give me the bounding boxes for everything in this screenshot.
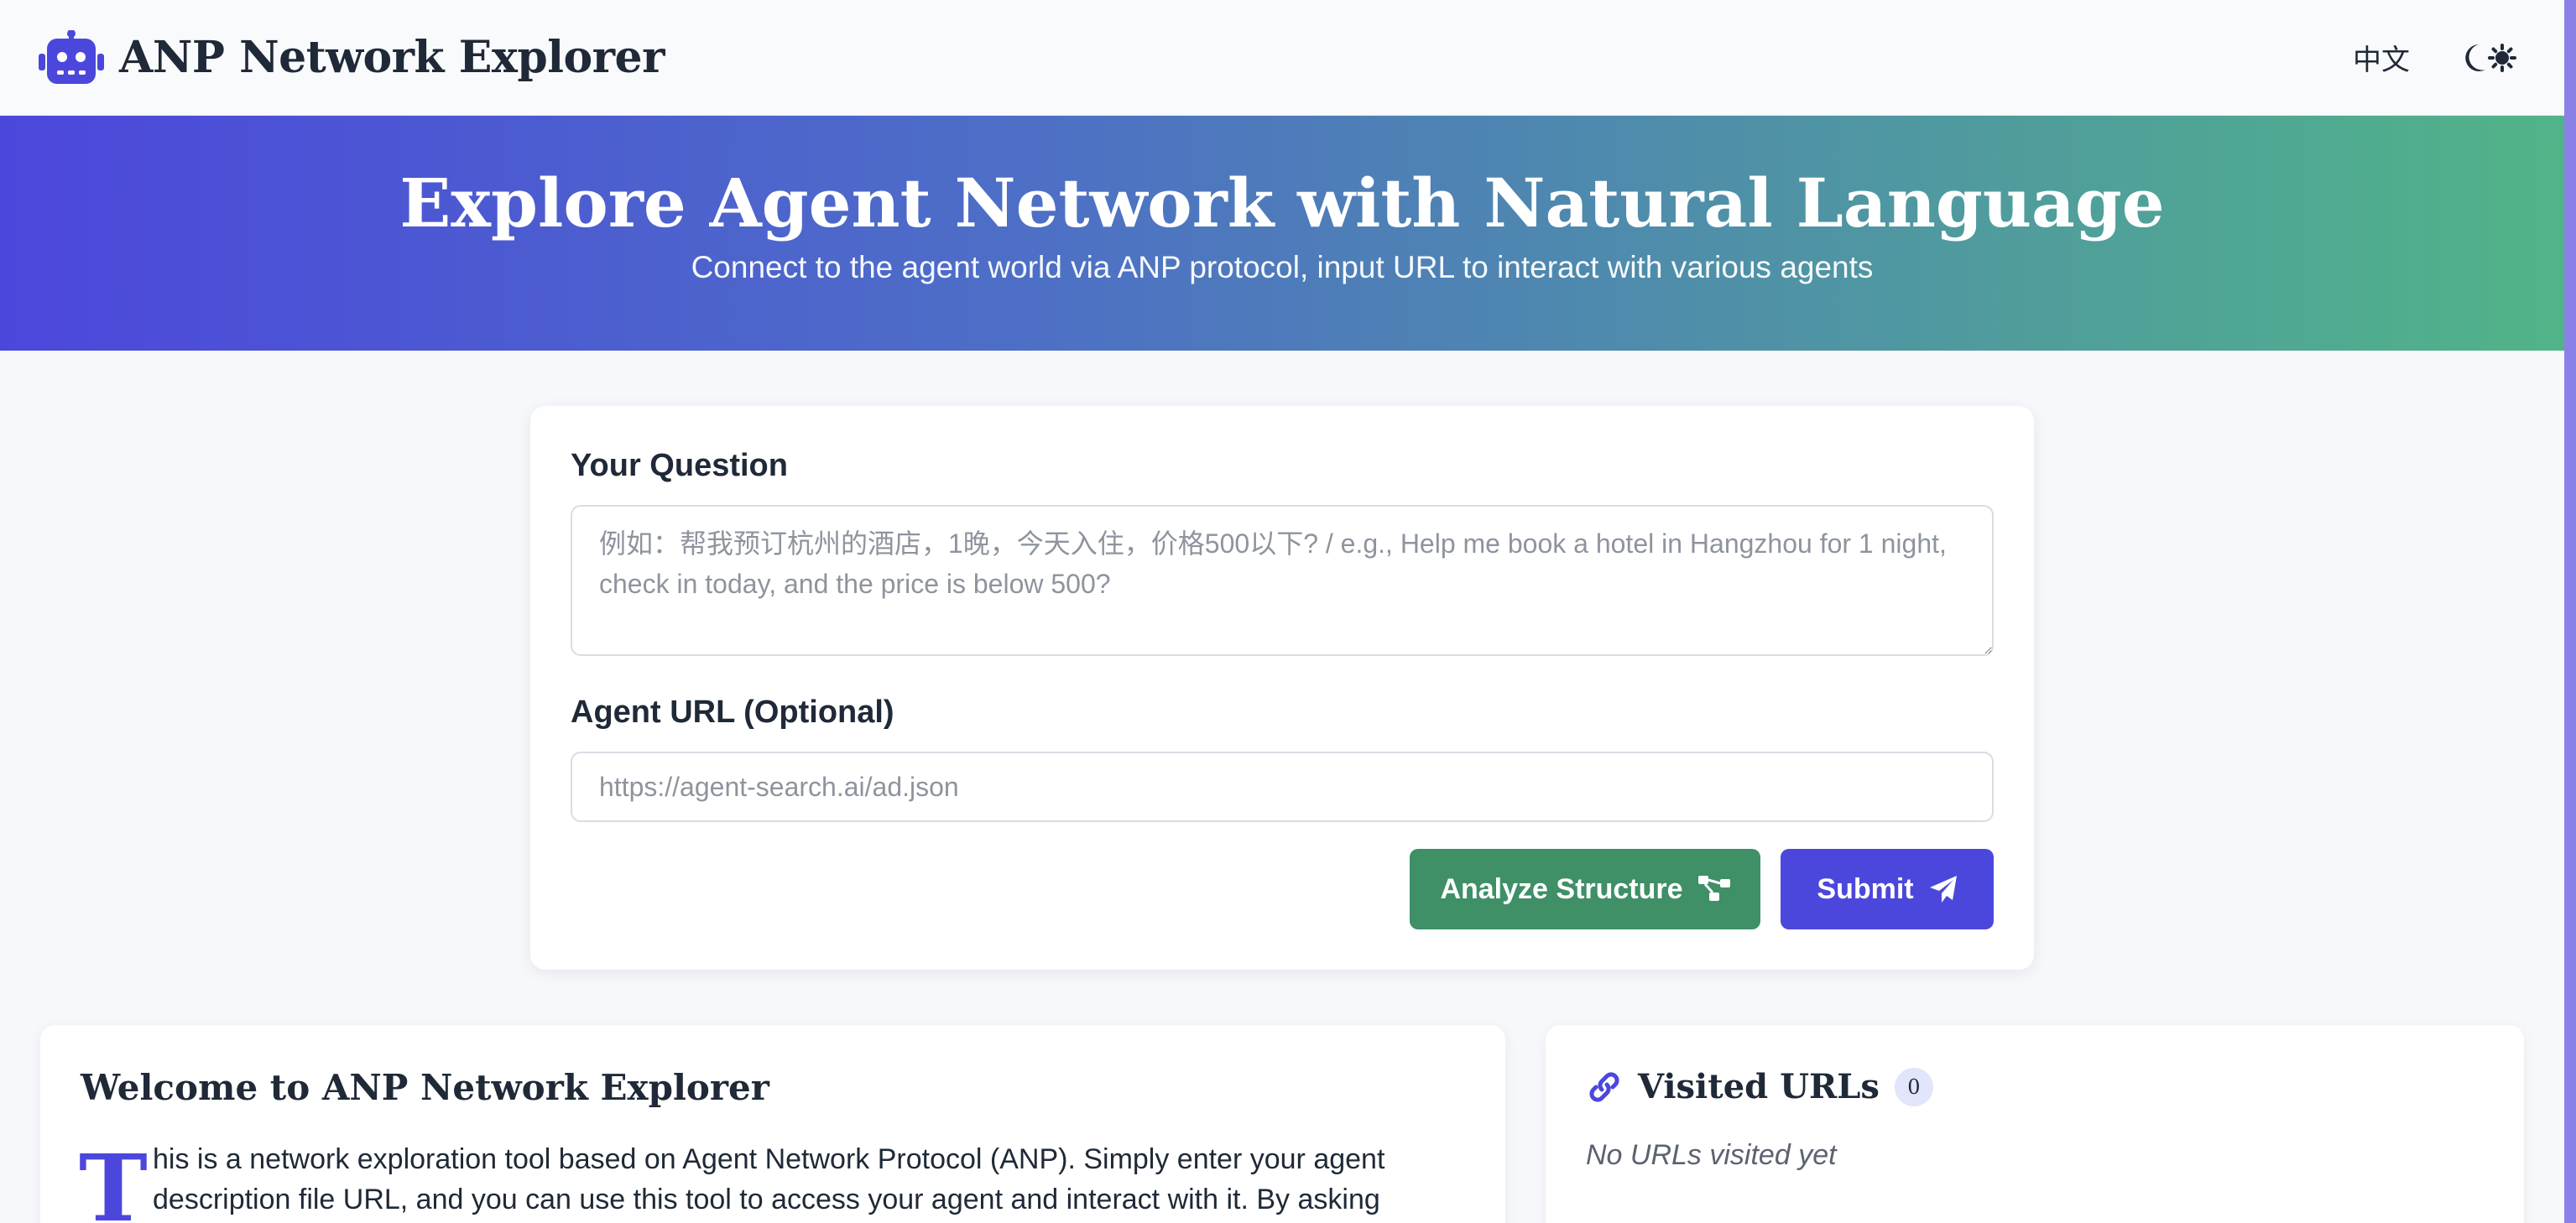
robot-icon	[39, 29, 104, 84]
welcome-card: Welcome to ANP Network Explorer T his is…	[40, 1025, 1505, 1223]
submit-label: Submit	[1817, 872, 1914, 905]
visited-urls-card: Visited URLs 0 No URLs visited yet	[1546, 1025, 2524, 1223]
app-title: ANP Network Explorer	[119, 32, 665, 83]
sun-icon	[2488, 43, 2516, 72]
header-actions: 中文	[2353, 37, 2517, 78]
visited-empty-text: No URLs visited yet	[1586, 1139, 1837, 1171]
sitemap-icon	[1697, 876, 1730, 901]
language-toggle[interactable]: 中文	[2353, 37, 2410, 78]
page-scrollbar[interactable]	[2564, 0, 2576, 1223]
agent-url-input[interactable]	[571, 752, 1994, 822]
top-navbar: ANP Network Explorer 中文	[0, 0, 2564, 116]
brand[interactable]: ANP Network Explorer	[39, 29, 665, 86]
analyze-structure-label: Analyze Structure	[1440, 872, 1683, 905]
welcome-dropcap: T	[79, 1134, 148, 1223]
question-input[interactable]	[571, 505, 1994, 656]
paper-plane-icon	[1929, 876, 1957, 903]
hero-subtitle: Connect to the agent world via ANP proto…	[691, 250, 1874, 284]
visited-urls-header: Visited URLs 0	[1586, 1067, 1933, 1106]
question-label: Your Question	[571, 448, 788, 483]
query-form-card: Your Question Agent URL (Optional) Analy…	[530, 406, 2034, 970]
visited-count-badge: 0	[1894, 1067, 1933, 1106]
hero-banner: Explore Agent Network with Natural Langu…	[0, 116, 2564, 351]
submit-button[interactable]: Submit	[1781, 849, 1994, 929]
visited-urls-title: Visited URLs	[1638, 1067, 1880, 1106]
welcome-title: Welcome to ANP Network Explorer	[81, 1067, 769, 1108]
moon-icon	[2465, 44, 2485, 71]
link-icon	[1589, 1071, 1619, 1102]
welcome-text: his is a network exploration tool based …	[153, 1143, 1385, 1215]
analyze-structure-button[interactable]: Analyze Structure	[1410, 849, 1760, 929]
theme-toggle-icon[interactable]	[2460, 41, 2517, 75]
agent-url-label: Agent URL (Optional)	[571, 695, 894, 730]
hero-title: Explore Agent Network with Natural Langu…	[399, 164, 2165, 242]
